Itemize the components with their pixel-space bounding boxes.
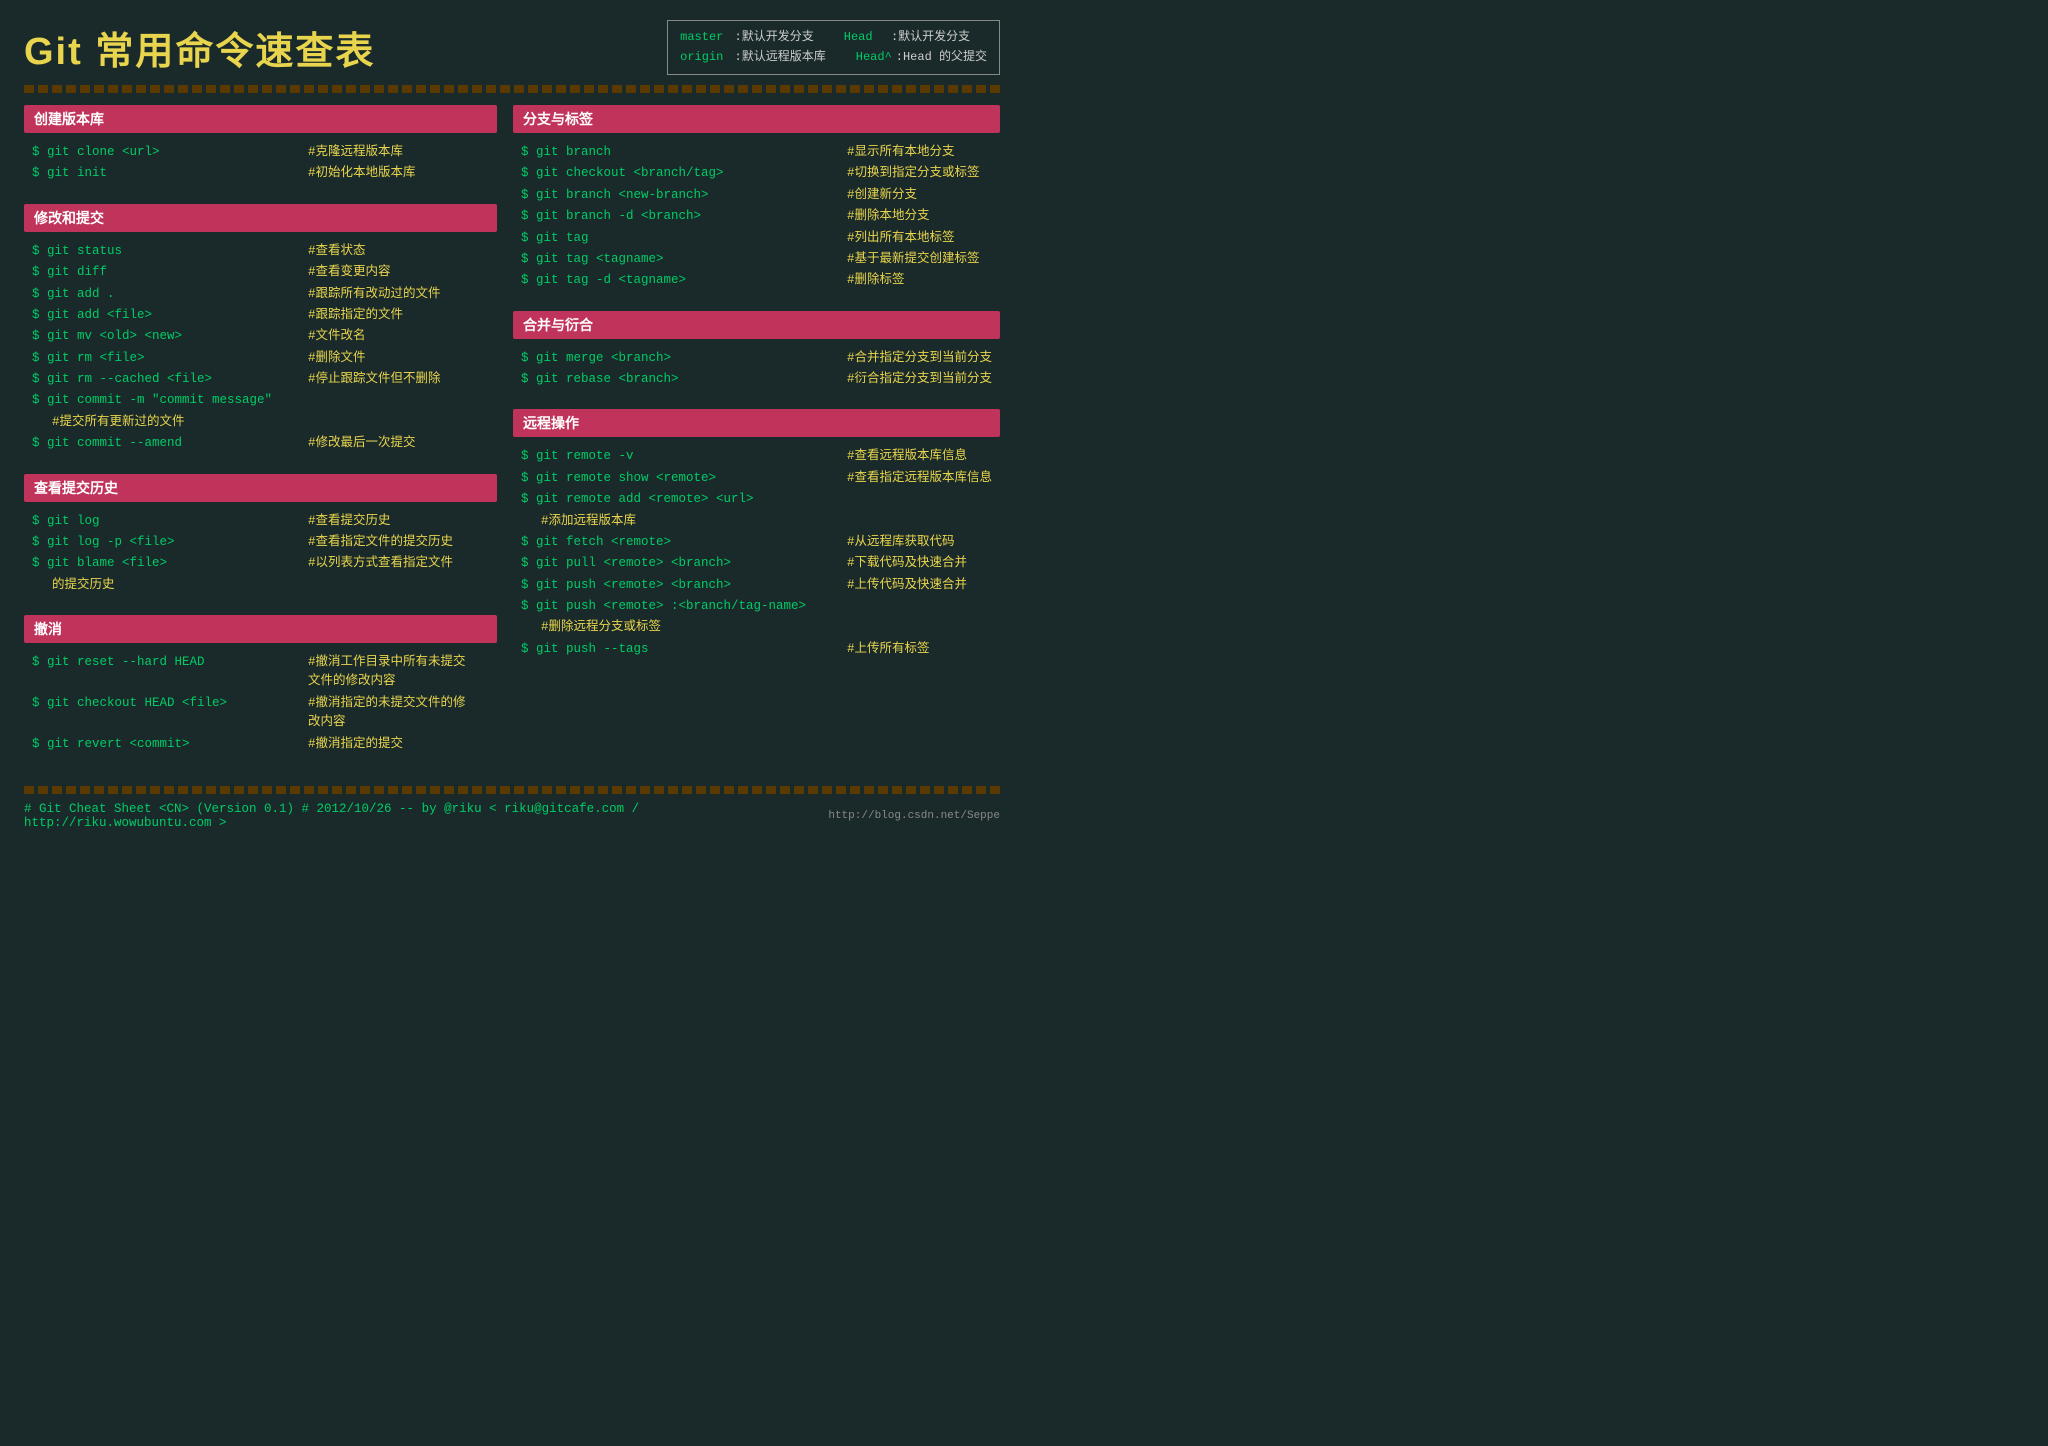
cmd-block-merge: $ git merge <branch> #合并指定分支到当前分支 $ git … [513,345,1000,396]
cmd-blame-comment2: 的提交历史 [32,576,489,595]
cmd-revert: $ git revert <commit> #撤消指定的提交 [32,735,489,754]
cmd-diff: $ git diff #查看变更内容 [32,263,489,282]
cmd-tag-name: $ git tag <tagname> #基于最新提交创建标签 [521,250,992,269]
section-title-merge: 合并与衍合 [513,311,1000,339]
cmd-add-all: $ git add . #跟踪所有改动过的文件 [32,285,489,304]
cmd-tag-d: $ git tag -d <tagname> #删除标签 [521,271,992,290]
cmd-blame: $ git blame <file> #以列表方式查看指定文件 [32,554,489,573]
section-title-modify: 修改和提交 [24,204,497,232]
cmd-checkout-branch: $ git checkout <branch/tag> #切换到指定分支或标签 [521,164,992,183]
cmd-commit-m: $ git commit -m "commit message" [32,391,489,410]
cmd-checkout-head-file: $ git checkout HEAD <file> #撤消指定的未提交文件的修… [32,694,489,733]
cmd-tag: $ git tag #列出所有本地标签 [521,229,992,248]
legend-head-key: Head [844,30,873,44]
cmd-merge: $ git merge <branch> #合并指定分支到当前分支 [521,349,992,368]
section-title-undo: 撤消 [24,615,497,643]
watermark: http://blog.csdn.net/Seppe [828,810,1000,822]
cmd-push-branch: $ git push <remote> <branch> #上传代码及快速合并 [521,576,992,595]
section-title-remote: 远程操作 [513,409,1000,437]
cmd-rm: $ git rm <file> #删除文件 [32,349,489,368]
cmd-init: $ git init #初始化本地版本库 [32,164,489,183]
legend-box: master :默认开发分支 Head :默认开发分支 origin :默认远程… [667,20,1000,75]
left-column: 创建版本库 $ git clone <url> #克隆远程版本库 $ git i… [24,105,497,774]
cmd-commit-amend: $ git commit --amend #修改最后一次提交 [32,434,489,453]
cmd-mv: $ git mv <old> <new> #文件改名 [32,327,489,346]
cmd-block-branch: $ git branch #显示所有本地分支 $ git checkout <b… [513,139,1000,297]
legend-origin-key: origin [680,50,723,64]
cmd-remote-show: $ git remote show <remote> #查看指定远程版本库信息 [521,469,992,488]
cmd-rebase: $ git rebase <branch> #衍合指定分支到当前分支 [521,370,992,389]
cmd-remote-add: $ git remote add <remote> <url> [521,490,992,509]
cmd-push-tags: $ git push --tags #上传所有标签 [521,640,992,659]
main-title: Git 常用命令速查表 [24,20,375,75]
cmd-rm-cached: $ git rm --cached <file> #停止跟踪文件但不删除 [32,370,489,389]
cmd-block-create-repo: $ git clone <url> #克隆远程版本库 $ git init #初… [24,139,497,190]
cmd-commit-m-comment: #提交所有更新过的文件 [32,413,489,432]
section-merge-rebase: 合并与衍合 $ git merge <branch> #合并指定分支到当前分支 … [513,311,1000,396]
cmd-pull: $ git pull <remote> <branch> #下载代码及快速合并 [521,554,992,573]
section-remote: 远程操作 $ git remote -v #查看远程版本库信息 $ git re… [513,409,1000,665]
section-create-repo: 创建版本库 $ git clone <url> #克隆远程版本库 $ git i… [24,105,497,190]
section-modify-commit: 修改和提交 $ git status #查看状态 $ git diff #查看变… [24,204,497,460]
cmd-push-delete-comment: #删除远程分支或标签 [521,618,992,637]
legend-headcaret-key: Head^ [856,50,892,64]
cmd-branch-new: $ git branch <new-branch> #创建新分支 [521,186,992,205]
cmd-branch-d: $ git branch -d <branch> #删除本地分支 [521,207,992,226]
section-title-branch: 分支与标签 [513,105,1000,133]
legend-master-key: master [680,30,723,44]
cmd-log-p: $ git log -p <file> #查看指定文件的提交历史 [32,533,489,552]
footer: # Git Cheat Sheet <CN> (Version 0.1) # 2… [24,802,1000,830]
cmd-remote-add-comment: #添加远程版本库 [521,512,992,531]
section-title-create-repo: 创建版本库 [24,105,497,133]
cmd-block-log: $ git log #查看提交历史 $ git log -p <file> #查… [24,508,497,602]
section-log: 查看提交历史 $ git log #查看提交历史 $ git log -p <f… [24,474,497,602]
cmd-block-modify: $ git status #查看状态 $ git diff #查看变更内容 $ … [24,238,497,460]
cmd-add-file: $ git add <file> #跟踪指定的文件 [32,306,489,325]
cmd-push-delete: $ git push <remote> :<branch/tag-name> [521,597,992,616]
cmd-fetch: $ git fetch <remote> #从远程库获取代码 [521,533,992,552]
top-divider [24,85,1000,93]
footer-divider [24,786,1000,794]
footer-text: # Git Cheat Sheet <CN> (Version 0.1) # 2… [24,802,828,830]
main-content: 创建版本库 $ git clone <url> #克隆远程版本库 $ git i… [24,105,1000,774]
section-branch-tag: 分支与标签 $ git branch #显示所有本地分支 $ git check… [513,105,1000,297]
section-title-log: 查看提交历史 [24,474,497,502]
cmd-block-remote: $ git remote -v #查看远程版本库信息 $ git remote … [513,443,1000,665]
cmd-log: $ git log #查看提交历史 [32,512,489,531]
cmd-branch: $ git branch #显示所有本地分支 [521,143,992,162]
section-undo: 撤消 $ git reset --hard HEAD #撤消工作目录中所有未提交… [24,615,497,760]
right-column: 分支与标签 $ git branch #显示所有本地分支 $ git check… [513,105,1000,774]
cmd-remote-v: $ git remote -v #查看远程版本库信息 [521,447,992,466]
cmd-status: $ git status #查看状态 [32,242,489,261]
header: Git 常用命令速查表 master :默认开发分支 Head :默认开发分支 … [24,20,1000,75]
cmd-reset-hard: $ git reset --hard HEAD #撤消工作目录中所有未提交文件的… [32,653,489,692]
cmd-block-undo: $ git reset --hard HEAD #撤消工作目录中所有未提交文件的… [24,649,497,760]
cmd-clone: $ git clone <url> #克隆远程版本库 [32,143,489,162]
